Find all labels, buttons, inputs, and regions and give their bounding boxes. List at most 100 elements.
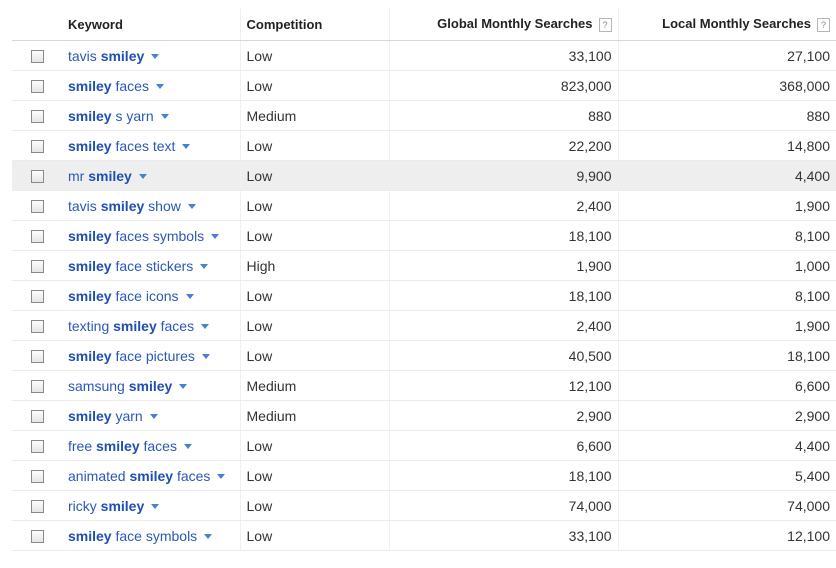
keyword-dropdown-icon[interactable] [151,504,160,510]
competition-cell: Low [239,280,389,311]
keyword-cell[interactable]: ricky smiley [62,490,240,521]
row-checkbox[interactable] [30,500,44,514]
keyword-cell[interactable]: smiley face pictures [62,340,240,371]
table-header-row: Keyword Competition Global Monthly Searc… [12,8,836,41]
keyword-dropdown-icon[interactable] [187,204,196,210]
keyword-cell[interactable]: smiley face symbols [62,520,240,551]
table-row: smiley faces symbols Low 18,100 8,100 [12,220,836,251]
keyword-dropdown-icon[interactable] [201,354,210,360]
keyword-cell[interactable]: smiley face stickers [62,250,240,281]
row-select-cell [12,340,62,371]
table-row: animated smiley faces Low 18,100 5,400 [12,460,836,491]
row-select-cell [12,310,62,341]
keyword-text: free [68,437,97,454]
row-select-cell [12,280,62,311]
row-checkbox[interactable] [30,410,44,424]
keyword-dropdown-icon[interactable] [138,174,147,180]
global-searches-cell: 880 [388,100,618,131]
row-select-cell [12,520,62,551]
keyword-cell[interactable]: smiley s yarn [62,100,240,131]
row-checkbox[interactable] [30,140,44,154]
table-row: mr smiley Low 9,900 4,400 [12,160,836,191]
keyword-dropdown-icon[interactable] [155,84,164,90]
keyword-dropdown-icon[interactable] [183,444,192,450]
row-select-cell [12,460,62,491]
competition-cell: Low [239,460,389,491]
competition-column-header[interactable]: Competition [239,8,389,41]
keyword-cell[interactable]: smiley faces [62,70,240,101]
help-icon[interactable]: ? [817,17,830,32]
keyword-cell[interactable]: samsung smiley [62,370,240,401]
keyword-cell[interactable]: mr smiley [62,160,240,191]
row-checkbox[interactable] [30,260,44,274]
keyword-column-header[interactable]: Keyword [62,8,240,41]
local-searches-cell: 18,100 [617,340,836,371]
keyword-match-text: smiley [68,77,112,94]
competition-cell: Low [239,190,389,221]
row-checkbox[interactable] [30,200,44,214]
keyword-dropdown-icon[interactable] [179,384,188,390]
keyword-cell[interactable]: smiley faces text [62,130,240,161]
row-checkbox[interactable] [30,380,44,394]
local-searches-cell: 74,000 [617,490,836,521]
global-searches-cell: 33,100 [388,520,618,551]
keyword-dropdown-icon[interactable] [200,264,209,270]
competition-cell: Low [239,520,389,551]
table-row: smiley face symbols Low 33,100 12,100 [12,520,836,551]
row-select-cell [12,130,62,161]
row-checkbox[interactable] [30,110,44,124]
keyword-dropdown-icon[interactable] [201,324,210,330]
keyword-cell[interactable]: smiley faces symbols [62,220,240,251]
row-checkbox[interactable] [30,80,44,94]
local-searches-cell: 1,000 [617,250,836,281]
keyword-match-text: smiley [68,407,112,424]
table-row: free smiley faces Low 6,600 4,400 [12,430,836,461]
row-checkbox[interactable] [30,470,44,484]
local-searches-cell: 4,400 [617,430,836,461]
keyword-cell[interactable]: smiley yarn [62,400,240,431]
row-checkbox[interactable] [30,50,44,64]
global-searches-cell: 9,900 [388,160,618,191]
keyword-text: yarn [111,407,143,424]
global-searches-cell: 12,100 [388,370,618,401]
keyword-dropdown-icon[interactable] [149,414,158,420]
keyword-match-text: smiley [68,347,112,364]
local-searches-column-header[interactable]: Local Monthly Searches? [617,8,836,41]
row-checkbox[interactable] [30,320,44,334]
row-checkbox[interactable] [30,170,44,184]
keyword-dropdown-icon[interactable] [217,474,226,480]
keyword-text: ricky [68,497,101,514]
keyword-dropdown-icon[interactable] [160,114,169,120]
keyword-match-text: smiley [96,437,140,454]
row-checkbox[interactable] [30,350,44,364]
keyword-match-text: smiley [68,287,112,304]
row-checkbox[interactable] [30,230,44,244]
global-searches-cell: 18,100 [388,460,618,491]
keyword-cell[interactable]: tavis smiley [62,40,240,71]
keyword-cell[interactable]: smiley face icons [62,280,240,311]
keyword-dropdown-icon[interactable] [151,54,160,60]
row-checkbox[interactable] [30,440,44,454]
keyword-text: faces symbols [111,227,205,244]
keyword-cell[interactable]: texting smiley faces [62,310,240,341]
help-icon[interactable]: ? [598,17,612,32]
keyword-match-text: smiley [129,467,174,484]
row-checkbox[interactable] [30,530,44,544]
keyword-dropdown-icon[interactable] [182,144,191,150]
local-searches-cell: 4,400 [617,160,836,191]
keyword-cell[interactable]: free smiley faces [62,430,240,461]
keyword-cell[interactable]: animated smiley faces [62,460,240,491]
keyword-match-text: smiley [68,107,112,124]
row-select-cell [12,40,62,71]
keyword-cell[interactable]: tavis smiley show [62,190,240,221]
keyword-dropdown-icon[interactable] [211,234,220,240]
row-checkbox[interactable] [30,290,44,304]
local-searches-cell: 8,100 [617,280,836,311]
keyword-dropdown-icon[interactable] [185,294,194,300]
table-row: smiley face icons Low 18,100 8,100 [12,280,836,311]
global-searches-column-header[interactable]: Global Monthly Searches? [388,8,618,41]
local-searches-cell: 14,800 [617,130,836,161]
keyword-text: faces [173,467,211,484]
keyword-dropdown-icon[interactable] [204,534,213,540]
row-select-cell [12,430,62,461]
